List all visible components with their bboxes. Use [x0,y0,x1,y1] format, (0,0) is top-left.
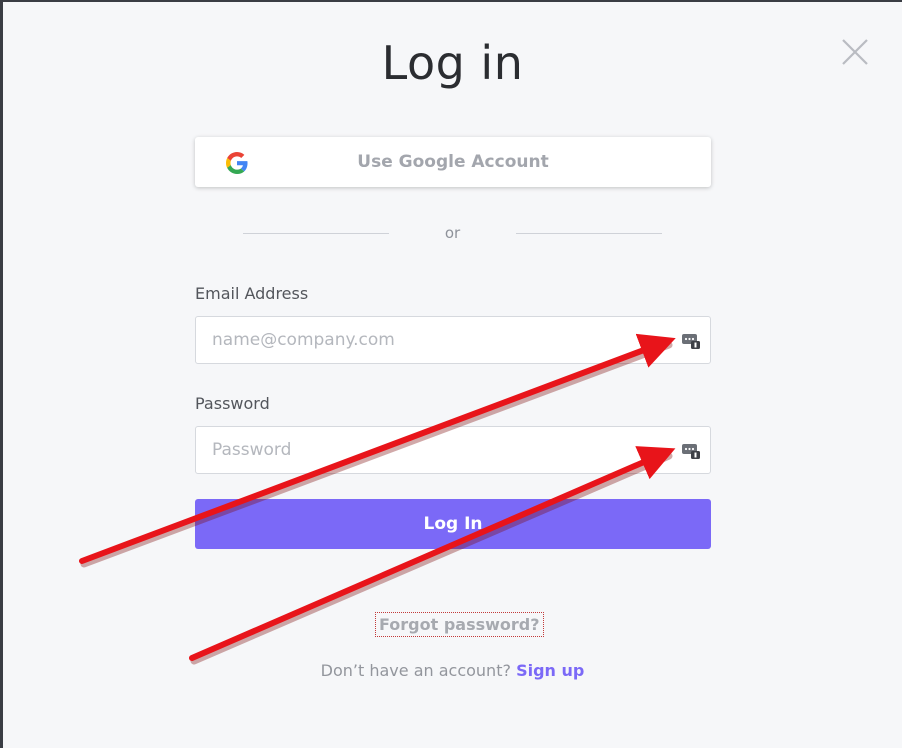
forgot-password-link[interactable]: Forgot password? [375,612,544,637]
login-button[interactable]: Log In [195,499,711,549]
signup-row: Don’t have an account? Sign up [3,661,902,680]
login-modal: Log in Use Google Account or Email Addre… [3,2,902,748]
divider-line-right [516,233,662,234]
email-field[interactable] [196,317,710,363]
password-manager-icon[interactable] [682,443,700,459]
page-title: Log in [381,36,524,90]
password-field-wrapper [195,426,711,474]
signup-prompt: Don’t have an account? [320,661,511,680]
password-manager-icon[interactable] [682,333,700,349]
email-field-wrapper [195,316,711,364]
password-label: Password [195,394,270,413]
google-login-button[interactable]: Use Google Account [195,137,711,187]
google-button-label: Use Google Account [357,152,549,172]
divider-or-text: or [444,224,461,242]
close-icon[interactable] [839,36,871,68]
email-label: Email Address [195,284,309,303]
signup-link[interactable]: Sign up [516,661,584,680]
password-field[interactable] [196,427,710,473]
